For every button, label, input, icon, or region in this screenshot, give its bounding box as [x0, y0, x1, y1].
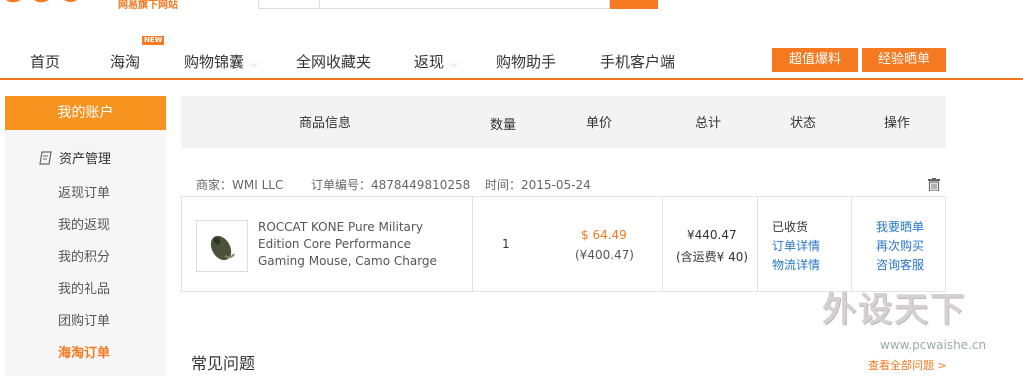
actions-cell: 我要晒单 再次购买 咨询客服	[876, 218, 924, 275]
order-time: 时间：2015-05-24	[485, 178, 591, 192]
total-price: ¥440.47	[687, 228, 737, 242]
nav-item-assistant[interactable]: 购物助手	[496, 51, 556, 72]
nav-item-mobile[interactable]: 手机客户端	[600, 51, 675, 72]
sidebar-group-assets: 资产管理	[39, 148, 111, 167]
share-review-link[interactable]: 我要晒单	[876, 218, 924, 237]
sidebar-item-my-gifts[interactable]: 我的礼品	[58, 278, 110, 297]
site-slogan: 网易旗下网站	[118, 0, 178, 11]
header-product-info: 商品信息	[299, 116, 352, 131]
watermark-text: 外设天下	[822, 290, 966, 330]
chevron-down-icon: ⌵	[250, 59, 258, 70]
buy-again-link[interactable]: 再次购买	[876, 237, 924, 256]
site-logo[interactable]	[0, 0, 100, 10]
header-actions: 操作	[884, 116, 911, 131]
chevron-down-icon: ⌵	[450, 59, 458, 70]
sidebar-item-my-points[interactable]: 我的积分	[58, 246, 110, 265]
sidebar-item-group-orders[interactable]: 团购订单	[58, 310, 110, 329]
nav-item-home[interactable]: 首页	[30, 51, 60, 72]
nav-item-cashback[interactable]: 返现 ⌵	[414, 51, 458, 72]
logo-graphic	[6, 0, 77, 3]
column-divider	[662, 197, 663, 291]
status-cell: 已收货 订单详情 物流详情	[772, 218, 820, 275]
watermark-url: www.pcwaishe.cn	[880, 338, 987, 352]
order-details-link[interactable]: 订单详情	[772, 237, 820, 256]
header-quantity: 数量	[490, 118, 517, 133]
product-thumbnail[interactable]	[196, 220, 248, 272]
nav-label: 购物锦囊	[184, 53, 245, 71]
nav-label: 返现	[414, 53, 445, 71]
header-unit-price: 单价	[586, 116, 613, 131]
faq-title: 常见问题	[191, 354, 256, 373]
quantity-value: 1	[502, 237, 510, 251]
sidebar-group-label: 资产管理	[59, 152, 112, 167]
order-table-header: 商品信息 数量 单价 总计 状态 操作	[181, 96, 946, 148]
sidebar: 我的账户 资产管理 返现订单 我的返现 我的积分 我的礼品 团购订单 海淘订单	[5, 96, 166, 376]
nav-label: 海淘	[110, 53, 141, 71]
search-button[interactable]	[610, 0, 658, 9]
column-divider	[472, 197, 473, 291]
column-divider	[851, 197, 852, 291]
order-row: ROCCAT KONE Pure Military Edition Core P…	[181, 196, 946, 292]
reviews-button[interactable]: 经验晒单	[862, 48, 946, 72]
unit-price-cny: (¥400.47)	[575, 248, 634, 262]
deals-button[interactable]: 超值爆料	[772, 48, 858, 72]
mouse-image-icon	[210, 235, 235, 261]
logistics-details-link[interactable]: 物流详情	[772, 256, 820, 275]
sidebar-header[interactable]: 我的账户	[5, 96, 166, 130]
nav-item-haitao[interactable]: 海淘	[110, 51, 140, 72]
nav-label: 手机客户端	[600, 53, 676, 71]
watermark: 外设天下 www.pcwaishe.cn	[822, 282, 1012, 352]
header-status: 状态	[790, 116, 817, 131]
sidebar-item-haitao-orders[interactable]: 海淘订单	[58, 342, 110, 361]
order-number: 订单编号：4878449810258	[311, 178, 471, 192]
merchant-label: 商家：WMI LLC	[196, 178, 284, 192]
column-divider	[757, 197, 758, 291]
nav-label: 首页	[30, 53, 61, 71]
nav-label: 购物助手	[496, 53, 557, 71]
sidebar-item-cashback-orders[interactable]: 返现订单	[58, 182, 110, 201]
nav-item-shopping-tips[interactable]: 购物锦囊 ⌵	[184, 51, 258, 72]
status-text: 已收货	[772, 220, 809, 234]
trash-icon[interactable]	[928, 176, 940, 192]
shipping-note: (含运费¥ 40)	[676, 250, 749, 264]
brand-area: 网易旗下网站	[0, 0, 220, 12]
new-badge: NEW	[142, 36, 165, 45]
nav-label: 全网收藏夹	[296, 53, 372, 71]
header-total: 总计	[695, 116, 722, 131]
product-name[interactable]: ROCCAT KONE Pure Military Edition Core P…	[258, 219, 458, 270]
unit-price-usd: $ 64.49	[581, 228, 627, 242]
search-divider	[319, 0, 320, 9]
faq-view-all-link[interactable]: 查看全部问题 >	[868, 357, 947, 373]
nav-item-favorites[interactable]: 全网收藏夹	[296, 51, 371, 72]
document-icon	[39, 151, 53, 165]
search-input[interactable]	[258, 0, 610, 9]
sidebar-item-my-cashback[interactable]: 我的返现	[58, 214, 110, 233]
contact-support-link[interactable]: 咨询客服	[876, 256, 924, 275]
